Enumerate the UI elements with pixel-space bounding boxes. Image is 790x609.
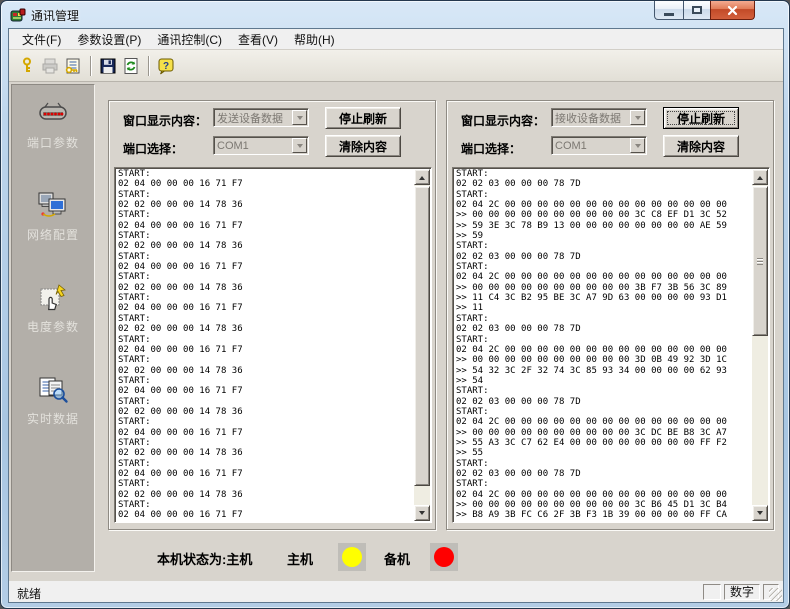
display-content-label: 窗口显示内容： bbox=[123, 112, 207, 129]
display-content-label: 窗口显示内容： bbox=[461, 112, 545, 129]
menu-parameter-settings[interactable]: 参数设置(P) bbox=[69, 29, 149, 50]
sidebar-item-energy-params[interactable]: 电度参数 bbox=[12, 281, 94, 373]
client-area: 端口参数 网络配置 bbox=[9, 82, 783, 580]
vertical-scrollbar[interactable] bbox=[752, 169, 768, 521]
send-log-area: START: 02 04 00 00 00 16 71 F7 START: 02… bbox=[114, 167, 432, 523]
port-select[interactable]: COM1 bbox=[551, 136, 647, 155]
primary-status-light bbox=[342, 547, 362, 567]
sidebar: 端口参数 网络配置 bbox=[11, 84, 95, 572]
key-button[interactable] bbox=[16, 55, 38, 77]
triangle-up-icon bbox=[757, 173, 763, 180]
toolbar-separator bbox=[148, 56, 150, 76]
receive-log-text: START: 02 02 03 00 00 00 78 7D START: 02… bbox=[456, 169, 751, 521]
save-button[interactable] bbox=[97, 55, 119, 77]
refresh-button[interactable] bbox=[120, 55, 142, 77]
scroll-up-button[interactable] bbox=[752, 169, 768, 185]
backup-machine-label: 备机 bbox=[384, 549, 410, 568]
display-content-select[interactable]: 发送设备数据 bbox=[213, 108, 309, 127]
clear-content-button[interactable]: 清除内容 bbox=[663, 135, 739, 157]
chevron-down-icon bbox=[292, 110, 307, 125]
titlebar[interactable]: 通讯管理 bbox=[1, 1, 789, 28]
triangle-down-icon bbox=[757, 511, 763, 518]
sidebar-item-label: 电度参数 bbox=[12, 318, 94, 335]
primary-indicator bbox=[338, 543, 366, 571]
minimize-icon bbox=[664, 13, 674, 16]
stop-refresh-button[interactable]: 停止刷新 bbox=[325, 107, 401, 129]
toolbar: ? bbox=[9, 50, 783, 82]
sidebar-item-realtime-data[interactable]: 实时数据 bbox=[12, 373, 94, 465]
clear-content-button[interactable]: 清除内容 bbox=[325, 135, 401, 157]
minimize-button[interactable] bbox=[654, 1, 684, 20]
port-select[interactable]: COM1 bbox=[213, 136, 309, 155]
port-select-label: 端口选择： bbox=[461, 140, 521, 157]
scroll-up-button[interactable] bbox=[414, 169, 430, 185]
display-content-select[interactable]: 接收设备数据 bbox=[551, 108, 647, 127]
port-select-label: 端口选择： bbox=[123, 140, 183, 157]
energy-hand-icon bbox=[37, 281, 69, 313]
toolbar-separator bbox=[90, 56, 92, 76]
num-lock-indicator: 数字 bbox=[724, 584, 760, 600]
sidebar-item-port-params[interactable]: 端口参数 bbox=[12, 97, 94, 189]
triangle-down-icon bbox=[419, 511, 425, 518]
chevron-down-icon bbox=[292, 138, 307, 153]
close-button[interactable] bbox=[710, 1, 755, 20]
sidebar-item-label: 网络配置 bbox=[12, 226, 94, 243]
chevron-down-icon bbox=[630, 138, 645, 153]
menu-view[interactable]: 查看(V) bbox=[230, 29, 286, 50]
maximize-button[interactable] bbox=[683, 1, 711, 20]
menubar: 文件(F) 参数设置(P) 通讯控制(C) 查看(V) 帮助(H) bbox=[9, 29, 783, 50]
realtime-search-icon bbox=[37, 373, 69, 405]
chevron-down-icon bbox=[630, 110, 645, 125]
svg-text:?: ? bbox=[163, 61, 169, 72]
status-ready-text: 就绪 bbox=[17, 585, 41, 602]
menu-comm-control[interactable]: 通讯控制(C) bbox=[149, 29, 230, 50]
backup-status-light bbox=[434, 547, 454, 567]
key-list-icon bbox=[64, 57, 82, 75]
status-panel bbox=[703, 584, 721, 600]
app-window: 通讯管理 文件(F) 参数设置(P) 通讯控制(C) 查看(V) 帮助(H) bbox=[0, 0, 790, 609]
statusbar: 就绪 数字 bbox=[9, 580, 783, 602]
param-config-button[interactable] bbox=[62, 55, 84, 77]
save-icon bbox=[99, 57, 117, 75]
help-icon: ? bbox=[157, 57, 175, 75]
receive-data-panel: 窗口显示内容： 接收设备数据 停止刷新 端口选择： COM1 清除内容 STAR… bbox=[446, 100, 774, 530]
scroll-thumb[interactable] bbox=[414, 186, 430, 486]
port-device-icon bbox=[37, 97, 69, 129]
primary-machine-label: 主机 bbox=[287, 549, 313, 568]
refresh-doc-icon bbox=[122, 57, 140, 75]
print-button bbox=[39, 55, 61, 77]
maximize-icon bbox=[692, 6, 702, 14]
focus-rectangle bbox=[667, 111, 735, 125]
menu-help[interactable]: 帮助(H) bbox=[286, 29, 343, 50]
key-icon bbox=[18, 57, 36, 75]
triangle-up-icon bbox=[419, 173, 425, 180]
send-data-panel: 窗口显示内容： 发送设备数据 停止刷新 端口选择： COM1 清除内容 STAR… bbox=[108, 100, 436, 530]
send-log-text: START: 02 04 00 00 00 16 71 F7 START: 02… bbox=[118, 169, 413, 521]
printer-icon bbox=[41, 57, 59, 75]
receive-log-area: START: 02 02 03 00 00 00 78 7D START: 02… bbox=[452, 167, 770, 523]
backup-indicator bbox=[430, 543, 458, 571]
stop-refresh-button[interactable]: 停止刷新 bbox=[663, 107, 739, 129]
scroll-thumb[interactable] bbox=[752, 186, 768, 336]
scroll-down-button[interactable] bbox=[414, 505, 430, 521]
caption-buttons bbox=[655, 1, 755, 20]
close-icon bbox=[727, 5, 738, 16]
app-frame: 文件(F) 参数设置(P) 通讯控制(C) 查看(V) 帮助(H) bbox=[8, 28, 784, 603]
scroll-down-button[interactable] bbox=[752, 505, 768, 521]
resize-grip[interactable] bbox=[769, 588, 782, 601]
network-computers-icon bbox=[37, 189, 69, 221]
sidebar-item-network-config[interactable]: 网络配置 bbox=[12, 189, 94, 281]
window-title: 通讯管理 bbox=[31, 7, 79, 24]
menu-file[interactable]: 文件(F) bbox=[14, 29, 69, 50]
sidebar-item-label: 端口参数 bbox=[12, 134, 94, 151]
app-icon bbox=[10, 7, 26, 23]
help-button[interactable]: ? bbox=[155, 55, 177, 77]
sidebar-item-label: 实时数据 bbox=[12, 410, 94, 427]
machine-status-label: 本机状态为:主机 bbox=[157, 549, 252, 568]
vertical-scrollbar[interactable] bbox=[414, 169, 430, 521]
